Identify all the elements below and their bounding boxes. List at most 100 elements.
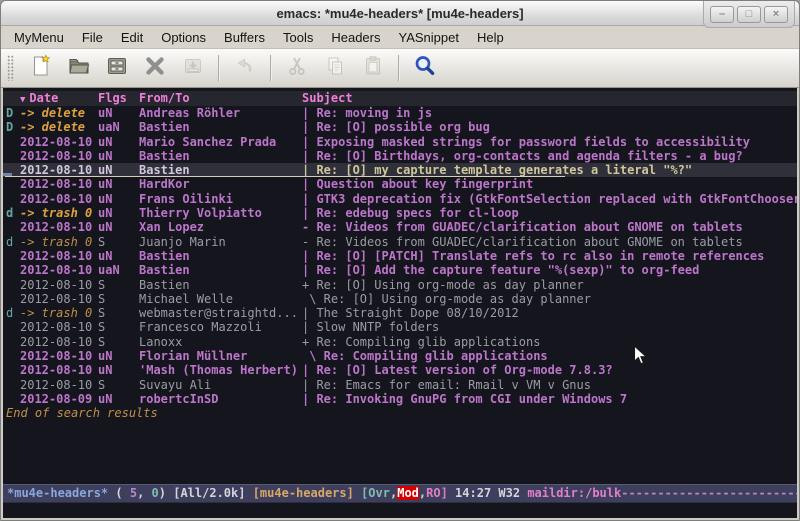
date-column-header[interactable]: ▼Date [20,91,98,106]
mark-cell [3,335,20,349]
message-row[interactable]: 2012-08-10uNMario Sanchez Prada| Exposin… [3,135,797,149]
date-cell: 2012-08-10 [20,349,98,363]
open-file-button[interactable] [64,53,94,83]
paste-clipboard-icon [361,54,385,83]
date-cell: 2012-08-10 [20,135,98,149]
modeline-segment: ) [159,486,173,500]
subject-column-header[interactable]: Subject [299,91,797,106]
from-cell: Xan Lopez [139,220,299,234]
cut-button[interactable] [282,53,312,83]
save-buffer-button[interactable] [102,53,132,83]
modeline-segment: [mu4e-headers] [253,486,361,500]
date-cell: 2012-08-10 [20,263,98,277]
message-row[interactable]: 2012-08-10uNBastien| Re: [O] Birthdays, … [3,149,797,163]
message-list: D-> deleteuNAndreas Röhler| Re: moving i… [3,106,797,406]
menu-options[interactable]: Options [152,28,215,47]
menu-edit[interactable]: Edit [112,28,152,47]
emacs-window: emacs: *mu4e-headers* [mu4e-headers] –□×… [0,0,800,521]
message-row[interactable]: 2012-08-10uNBastien| Re: [O] my capture … [3,163,797,177]
menu-tools[interactable]: Tools [274,28,322,47]
mark-cell [3,320,20,334]
maximize-button[interactable]: □ [737,6,761,23]
message-row[interactable]: 2012-08-10uN'Mash (Thomas Herbert)| Re: … [3,363,797,377]
subject-cell: | The Straight Dope 08/10/2012 [299,306,797,320]
save-as-button[interactable] [178,53,208,83]
from-cell: Juanjo Marin [139,235,299,249]
menu-mymenu[interactable]: MyMenu [5,28,73,47]
flags-cell: uN [98,149,139,163]
from-cell: robertcInSD [139,392,299,406]
message-row[interactable]: 2012-08-10uNXan Lopez- Re: Videos from G… [3,220,797,234]
flags-cell: uN [98,249,139,263]
flags-cell: uN [98,192,139,206]
message-row[interactable]: d-> trash 0uNThierry Volpiatto| Re: edeb… [3,206,797,220]
minimize-button[interactable]: – [710,6,734,23]
date-cell: -> trash 0 [20,206,98,220]
search-magnifier-icon [413,54,437,83]
subject-cell: \ Re: [O] Using org-mode as day planner [299,292,797,306]
copy-button[interactable] [320,53,350,83]
from-column-header[interactable]: From/To [139,91,299,106]
date-cell: 2012-08-10 [20,220,98,234]
menu-yasnippet[interactable]: YASnippet [389,28,467,47]
toolbar-separator [398,55,400,81]
sort-descending-icon: ▼ [20,95,25,105]
titlebar[interactable]: emacs: *mu4e-headers* [mu4e-headers] –□× [1,1,799,26]
message-row[interactable]: 2012-08-10SFrancesco Mazzoli| Slow NNTP … [3,320,797,334]
flags-cell: S [98,335,139,349]
modeline-segment: [Ovr [361,486,390,500]
message-row[interactable]: 2012-08-09uNrobertcInSD| Re: Invoking Gn… [3,392,797,406]
message-row[interactable]: 2012-08-10SMichael Welle \ Re: [O] Using… [3,292,797,306]
subject-cell: | Re: [O] [PATCH] Translate refs to rc a… [299,249,797,263]
message-row[interactable]: 2012-08-10uNHardKor| Question about key … [3,177,797,191]
toolbar-separator [218,55,220,81]
date-cell: 2012-08-10 [20,249,98,263]
window-title: emacs: *mu4e-headers* [mu4e-headers] [276,6,523,21]
menu-file[interactable]: File [73,28,112,47]
modeline-segment: ( [108,486,130,500]
flags-cell: S [98,378,139,392]
menu-buffers[interactable]: Buffers [215,28,274,47]
message-row[interactable]: d-> trash 0Swebmaster@straightd...| The … [3,306,797,320]
date-cell: -> delete [20,106,98,120]
paste-button[interactable] [358,53,388,83]
message-row[interactable]: 2012-08-10SSuvayu Ali| Re: Emacs for ema… [3,378,797,392]
flags-cell: uN [98,363,139,377]
flags-column-header[interactable]: Flgs [98,91,139,106]
flags-cell: uN [98,392,139,406]
column-header-row[interactable]: ▼Date Flgs From/To Subject [3,91,797,106]
close-button[interactable]: × [764,6,788,23]
subject-cell: + Re: [O] Using org-mode as day planner [299,278,797,292]
date-cell: 2012-08-10 [20,378,98,392]
message-row[interactable]: 2012-08-10uaNBastien| Re: [O] Add the ca… [3,263,797,277]
flags-cell: S [98,278,139,292]
message-row[interactable]: 2012-08-10uNFrans Oilinki| GTK3 deprecat… [3,192,797,206]
message-row[interactable]: 2012-08-10uNFlorian Müllner \ Re: Compil… [3,349,797,363]
message-row[interactable]: 2012-08-10uNBastien| Re: [O] [PATCH] Tra… [3,249,797,263]
flags-cell: uaN [98,120,139,134]
copy-icon [323,54,347,83]
date-cell: 2012-08-10 [20,149,98,163]
mark-cell [3,220,20,234]
modeline-segment: 5 [130,486,137,500]
toolbar-separator [270,55,272,81]
undo-button[interactable] [230,53,260,83]
mark-cell [3,292,20,306]
menu-help[interactable]: Help [468,28,513,47]
kill-buffer-button[interactable] [140,53,170,83]
message-row[interactable]: 2012-08-10SLanoxx+ Re: Compiling glib ap… [3,335,797,349]
flags-cell: S [98,235,139,249]
message-row[interactable]: D-> deleteuNAndreas Röhler| Re: moving i… [3,106,797,120]
date-cell: 2012-08-10 [20,177,98,191]
toolbar-grip-handle[interactable] [7,55,14,81]
new-file-button[interactable] [26,53,56,83]
mark-column-header [3,91,20,106]
message-row[interactable]: d-> trash 0SJuanjo Marin- Re: Videos fro… [3,235,797,249]
flags-cell: uN [98,206,139,220]
search-button[interactable] [410,53,440,83]
message-row[interactable]: D-> deleteuaNBastien| Re: [O] possible o… [3,120,797,134]
message-row[interactable]: 2012-08-10SBastien+ Re: [O] Using org-mo… [3,278,797,292]
mode-line: *mu4e-headers* ( 5, 0) [All/2.0k] [mu4e-… [3,484,797,503]
from-cell: Francesco Mazzoli [139,320,299,334]
menu-headers[interactable]: Headers [322,28,389,47]
